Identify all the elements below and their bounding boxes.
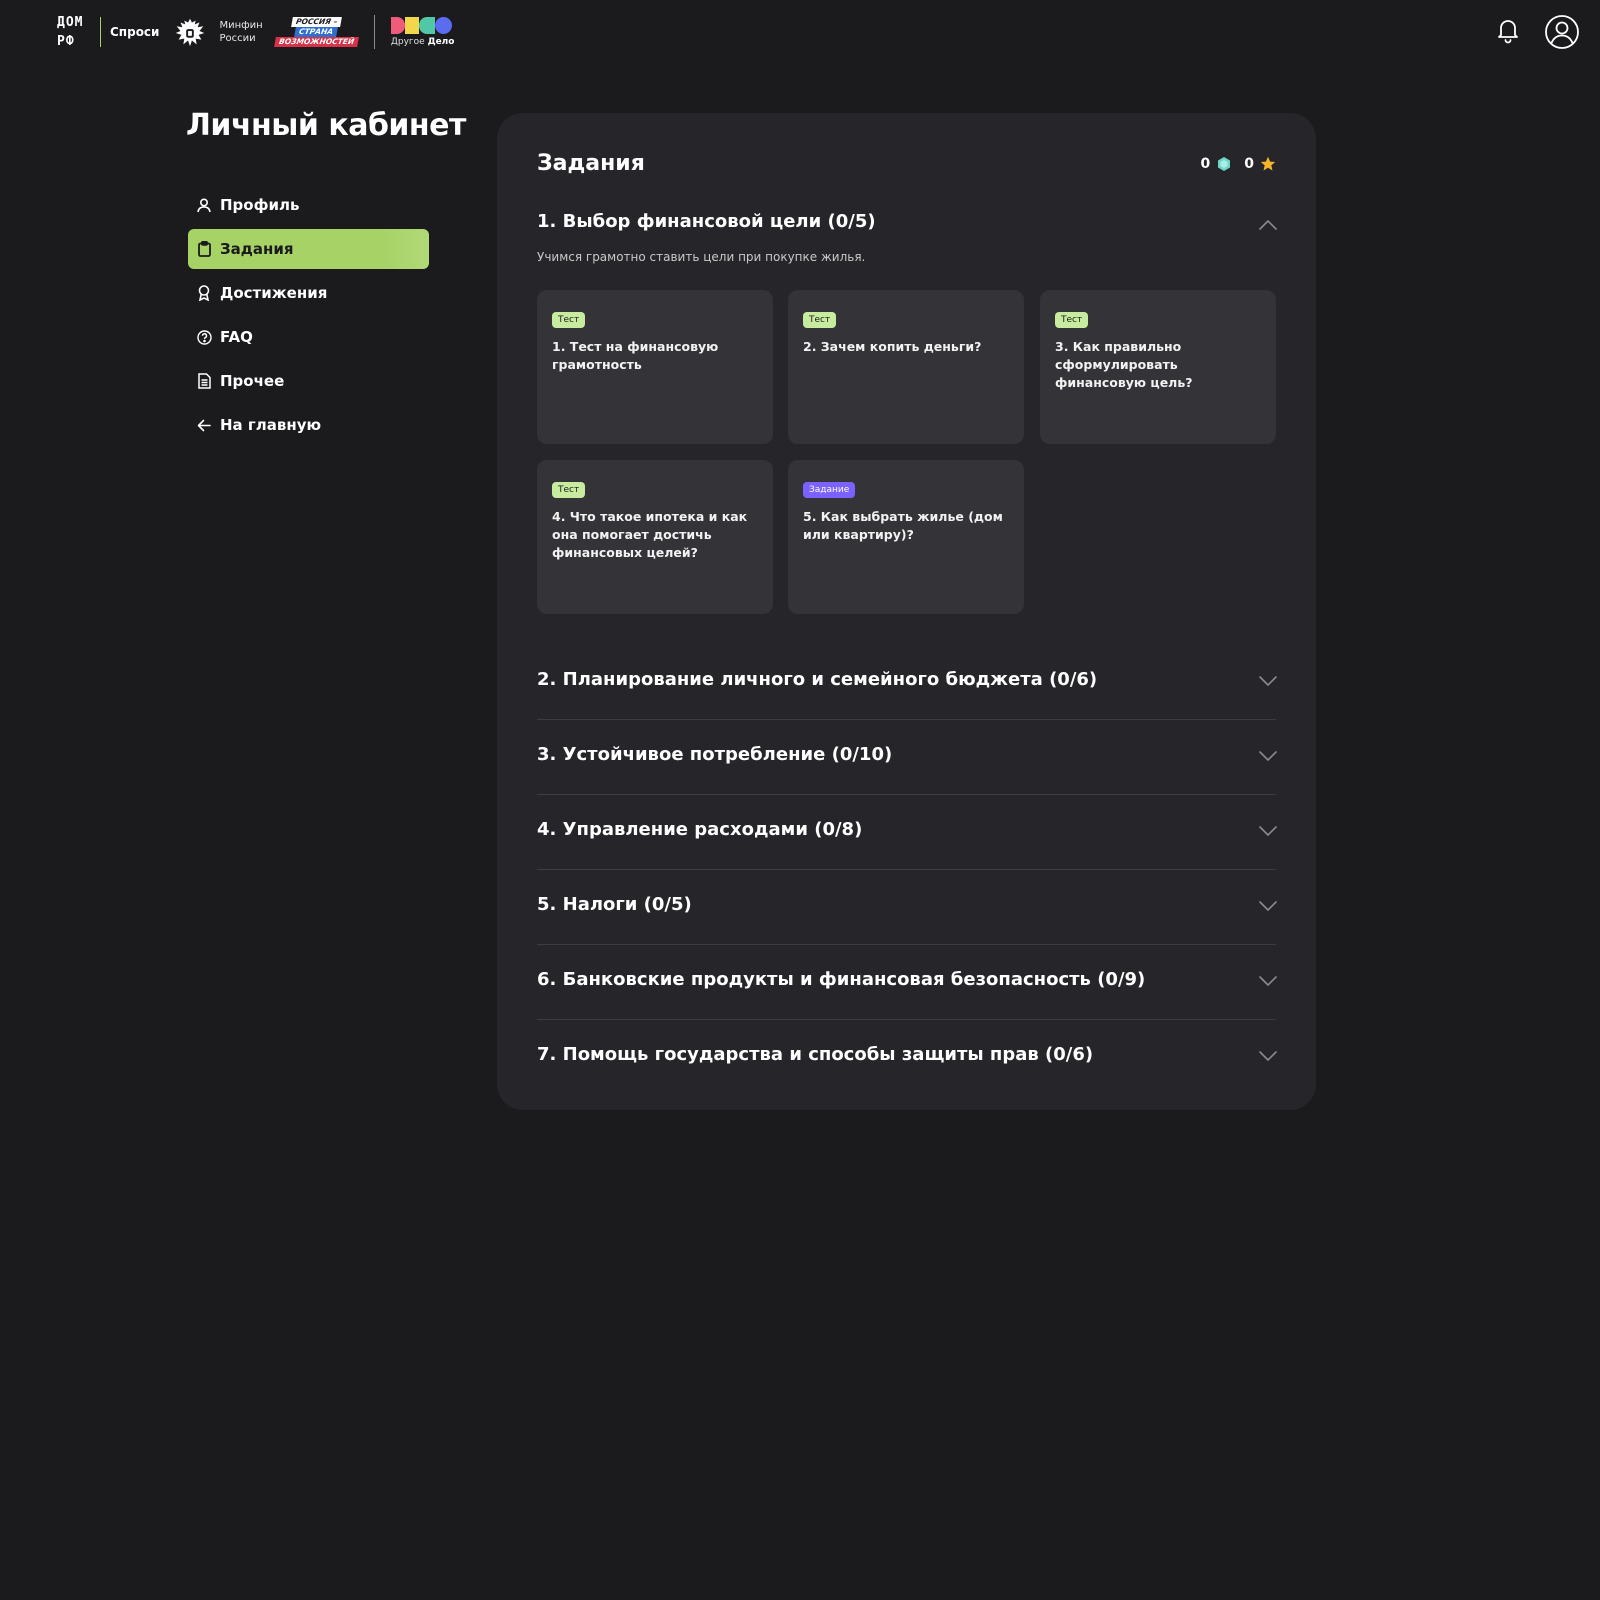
eagle-emblem-icon	[176, 18, 205, 47]
user-icon[interactable]	[1544, 14, 1580, 50]
task-card-title: 4. Что такое ипотека и как она помогает …	[552, 509, 748, 560]
sidebar-item-faq[interactable]: FAQ	[188, 317, 429, 357]
test-badge: Тест	[552, 312, 586, 328]
section-1-title[interactable]: 1. Выбор финансовой цели (0/5)	[537, 211, 876, 232]
sidebar-nav: Профиль Задания Достижения FAQ Прочее На…	[188, 185, 429, 449]
user-icon	[196, 197, 212, 213]
rsv-logo[interactable]: РОССИЯ – СТРАНА ВОЗМОЖНОСТЕЙ	[273, 17, 359, 47]
accordion-section-3[interactable]: 3. Устойчивое потребление (0/10)	[537, 720, 1278, 795]
question-icon	[196, 329, 212, 345]
accordion-section-7[interactable]: 7. Помощь государства и способы защиты п…	[537, 1020, 1278, 1095]
crystal-icon	[1218, 157, 1231, 171]
task-card[interactable]: Тест 2. Зачем копить деньги?	[788, 290, 1024, 444]
page-title: Личный кабинет	[186, 108, 466, 143]
domrf-logo[interactable]: ДОМ РФ	[57, 15, 91, 49]
bell-icon[interactable]	[1494, 16, 1522, 44]
domrf-logo-top: ДОМ	[57, 15, 84, 30]
sidebar-item-profile[interactable]: Профиль	[188, 185, 429, 225]
rsv-line-2: СТРАНА	[294, 27, 339, 37]
task-card-title: 3. Как правильно сформулировать финансов…	[1055, 339, 1193, 390]
section-title: 3. Устойчивое потребление (0/10)	[537, 744, 893, 765]
section-title: 2. Планирование личного и семейного бюдж…	[537, 669, 1098, 690]
chevron-down-icon[interactable]	[1258, 671, 1278, 691]
accordion-section-2[interactable]: 2. Планирование личного и семейного бюдж…	[537, 645, 1278, 720]
task-card[interactable]: Тест 1. Тест на финансовую грамотность	[537, 290, 773, 444]
task-card-title: 1. Тест на финансовую грамотность	[552, 339, 719, 372]
rsv-line-3: ВОЗМОЖНОСТЕЙ	[273, 37, 359, 47]
sidebar-item-tasks[interactable]: Задания	[188, 229, 429, 269]
drugoe-delo-prefix: Другое	[390, 37, 425, 47]
minfin-line-1: Минфин	[219, 20, 263, 31]
award-icon	[196, 285, 212, 301]
chevron-up-icon[interactable]	[1258, 215, 1278, 235]
sidebar-item-label: Задания	[220, 240, 294, 258]
sidebar-item-label: Прочее	[220, 372, 285, 390]
partner-logos[interactable]: ДОМ РФ Спроси Минфин России РОССИЯ – СТР…	[57, 12, 454, 52]
drugoe-delo-bold: Дело	[427, 37, 455, 47]
sidebar-item-label: Достижения	[220, 284, 328, 302]
drugoe-delo-logo[interactable]: Другое Дело	[390, 17, 455, 47]
task-card-title: 2. Зачем копить деньги?	[803, 339, 982, 354]
rsv-line-1: РОССИЯ –	[290, 17, 342, 27]
clipboard-icon	[196, 241, 212, 257]
chevron-down-icon[interactable]	[1258, 746, 1278, 766]
sidebar-item-achievements[interactable]: Достижения	[188, 273, 429, 313]
panel-title: Задания	[537, 151, 645, 176]
top-header: ДОМ РФ Спроси Минфин России РОССИЯ – СТР…	[0, 0, 1600, 64]
task-card[interactable]: Тест 4. Что такое ипотека и как она помо…	[537, 460, 773, 614]
drugoe-delo-caption: Другое Дело	[391, 37, 455, 47]
task-card-title: 5. Как выбрать жилье (дом или квартиру)?	[803, 509, 1003, 542]
section-1-description: Учимся грамотно ставить цели при покупке…	[537, 250, 866, 264]
accordion-section-6[interactable]: 6. Банковские продукты и финансовая безо…	[537, 945, 1278, 1020]
logo-divider	[100, 17, 101, 47]
document-icon	[196, 373, 212, 389]
sidebar-item-other[interactable]: Прочее	[188, 361, 429, 401]
sidebar-item-label: FAQ	[220, 328, 253, 346]
section-title: 7. Помощь государства и способы защиты п…	[537, 1044, 1094, 1065]
accordion-section-5[interactable]: 5. Налоги (0/5)	[537, 870, 1278, 945]
score-summary: 0 0	[1201, 156, 1277, 172]
chevron-down-icon[interactable]	[1258, 821, 1278, 841]
section-title: 4. Управление расходами (0/8)	[537, 819, 863, 840]
chevron-down-icon[interactable]	[1258, 1046, 1278, 1066]
minfin-line-2: России	[219, 33, 256, 44]
logo-divider	[373, 15, 375, 49]
section-title: 5. Налоги (0/5)	[537, 894, 692, 915]
tasks-panel: Задания 0 0 1. Выбор финансовой цели (0/…	[497, 113, 1316, 1110]
domrf-logo-bottom: РФ	[57, 34, 75, 49]
test-badge: Тест	[1055, 312, 1089, 328]
task-badge: Задание	[803, 482, 856, 498]
star-icon	[1260, 156, 1276, 171]
sprosi-logo[interactable]: Спроси	[110, 25, 159, 39]
test-badge: Тест	[552, 482, 586, 498]
crystal-count: 0	[1200, 156, 1211, 172]
sidebar-item-label: Профиль	[220, 196, 300, 214]
accordion-section-4[interactable]: 4. Управление расходами (0/8)	[537, 795, 1278, 870]
star-count: 0	[1244, 156, 1254, 172]
task-card[interactable]: Задание 5. Как выбрать жилье (дом или кв…	[788, 460, 1024, 614]
drugoe-delo-mark-icon	[390, 17, 455, 34]
minfin-logo[interactable]: Минфин России	[219, 19, 262, 45]
sidebar-item-home[interactable]: На главную	[188, 405, 429, 445]
chevron-down-icon[interactable]	[1258, 896, 1278, 916]
chevron-down-icon[interactable]	[1258, 971, 1278, 991]
task-card[interactable]: Тест 3. Как правильно сформулировать фин…	[1040, 290, 1276, 444]
arrow-left-icon	[196, 417, 212, 433]
section-title: 6. Банковские продукты и финансовая безо…	[537, 969, 1146, 990]
sidebar-item-label: На главную	[220, 416, 322, 434]
test-badge: Тест	[803, 312, 837, 328]
